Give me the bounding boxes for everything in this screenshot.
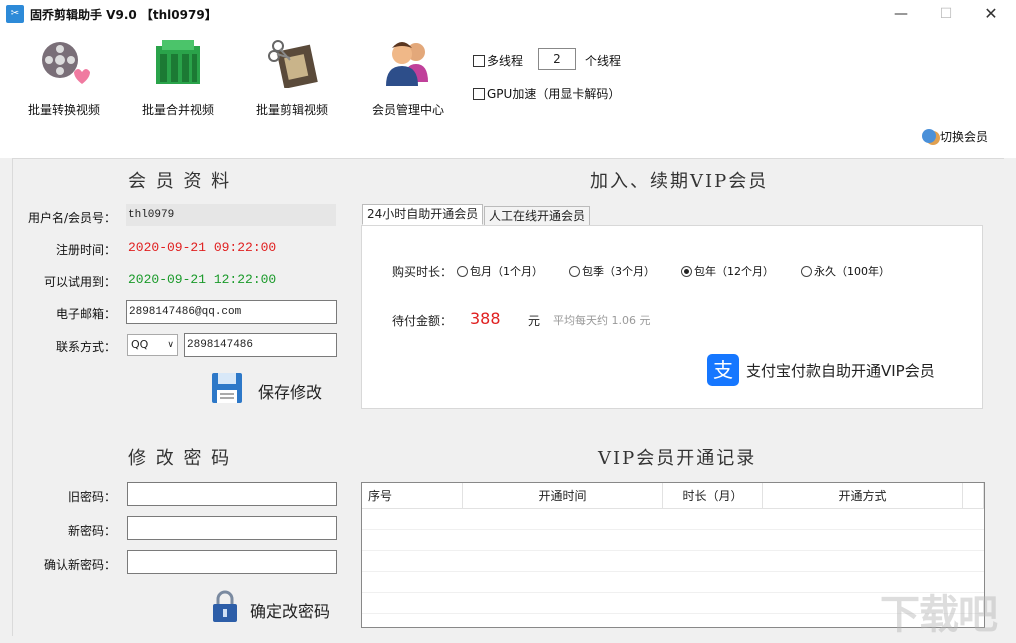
film-scissors-icon (268, 40, 318, 89)
email-label: 电子邮箱： (55, 307, 116, 321)
gpu-checkbox[interactable]: GPU加速（用显卡解码） (473, 85, 620, 102)
alipay-label: 支付宝付款自助开通VIP会员 (746, 362, 935, 380)
confirm-password-label: 确认新密码： (43, 558, 116, 572)
floppy-disk-icon (212, 373, 242, 403)
column-header-duration[interactable]: 时长（月） (663, 483, 763, 509)
table-row (362, 531, 984, 551)
users-icon (386, 42, 428, 86)
daily-average-note: 平均每天约 1.06 元 (553, 314, 651, 327)
email-field[interactable]: 2898147486@qq.com (126, 300, 337, 324)
switch-user-icon (922, 129, 936, 143)
option-lifetime-label: 永久（100年） (814, 265, 890, 278)
contact-type-select[interactable]: QQ ∨ (127, 334, 178, 356)
option-quarterly[interactable]: 包季（3个月） (569, 263, 655, 279)
switch-member-label: 切换会员 (940, 130, 989, 144)
tab-self-service[interactable]: 24小时自助开通会员 (362, 204, 484, 225)
merge-bars-icon (156, 40, 200, 84)
username-label: 用户名/会员号： (27, 211, 116, 225)
contact-type-value: QQ (131, 338, 149, 351)
register-time-label: 注册时间： (55, 243, 116, 257)
duration-label: 购买时长： (392, 265, 453, 279)
vip-title: 加入、续期VIP会员 (590, 171, 769, 192)
close-button[interactable]: ✕ (968, 0, 1014, 28)
toolbar: 批量转换视频 批量合并视频 批量剪辑视频 会员管理中心 多线程 2 个线程 GP… (0, 28, 1016, 158)
table-row (362, 552, 984, 572)
batch-edit-button[interactable]: 批量剪辑视频 (242, 36, 342, 118)
column-header-method[interactable]: 开通方式 (763, 483, 963, 509)
watermark-logo: 下载吧 (880, 592, 998, 638)
switch-member-button[interactable]: 切换会员 (922, 128, 988, 145)
member-info-title: 会 员 资 料 (128, 171, 232, 192)
batch-convert-label: 批量转换视频 (27, 103, 100, 117)
contact-value-field[interactable]: 2898147486 (184, 333, 337, 357)
column-header-index[interactable]: 序号 (362, 483, 463, 509)
old-password-field[interactable] (127, 482, 337, 506)
member-center-label: 会员管理中心 (371, 103, 444, 117)
old-password-label: 旧密码： (67, 490, 116, 504)
batch-edit-label: 批量剪辑视频 (255, 103, 328, 117)
column-header-filler (963, 483, 984, 509)
radio-dot[interactable] (801, 266, 812, 277)
contact-label: 联系方式： (55, 340, 116, 354)
password-title: 修 改 密 码 (128, 448, 232, 469)
batch-merge-button[interactable]: 批量合并视频 (128, 36, 228, 118)
app-logo-icon: ✂ (6, 5, 24, 23)
option-quarterly-label: 包季（3个月） (582, 265, 655, 278)
title-bar: ✂ 固乔剪辑助手 V9.0 【thl0979】 — ☐ ✕ (0, 0, 1016, 28)
maximize-button[interactable]: ☐ (923, 0, 969, 28)
change-password-button[interactable]: 确定改密码 (208, 590, 338, 624)
checkbox-box[interactable] (473, 88, 485, 100)
new-password-field[interactable] (127, 516, 337, 540)
member-center-button[interactable]: 会员管理中心 (358, 36, 458, 118)
radio-dot[interactable] (569, 266, 580, 277)
film-reel-icon (42, 42, 90, 84)
minimize-button[interactable]: — (878, 0, 924, 28)
records-title: VIP会员开通记录 (598, 448, 757, 469)
option-lifetime[interactable]: 永久（100年） (801, 263, 890, 279)
column-header-open-time[interactable]: 开通时间 (463, 483, 663, 509)
batch-convert-button[interactable]: 批量转换视频 (14, 36, 114, 118)
register-time-value: 2020-09-21 09:22:00 (128, 240, 277, 255)
trial-until-label: 可以试用到： (43, 275, 116, 289)
option-monthly-label: 包月（1个月） (470, 265, 543, 278)
tab-manual-service[interactable]: 人工在线开通会员 (484, 206, 591, 226)
option-yearly-label: 包年（12个月） (694, 265, 774, 278)
lock-icon (213, 590, 237, 622)
save-label: 保存修改 (258, 383, 323, 402)
username-value: thl0979 (126, 204, 336, 226)
currency-label: 元 (528, 314, 541, 328)
thread-unit-label: 个线程 (585, 54, 622, 68)
save-button[interactable]: 保存修改 (210, 371, 336, 405)
change-password-label: 确定改密码 (250, 602, 331, 621)
confirm-password-field[interactable] (127, 550, 337, 574)
amount-value: 388 (470, 309, 501, 328)
window-title: 固乔剪辑助手 V9.0 【thl0979】 (30, 8, 217, 22)
thread-count-input[interactable]: 2 (538, 48, 576, 70)
batch-merge-label: 批量合并视频 (141, 103, 214, 117)
alipay-icon: 支 (707, 354, 739, 386)
gpu-label: GPU加速（用显卡解码） (487, 87, 621, 101)
new-password-label: 新密码： (67, 524, 116, 538)
trial-until-value: 2020-09-21 12:22:00 (128, 272, 277, 287)
alipay-button[interactable]: 支 支付宝付款自助开通VIP会员 (707, 354, 952, 386)
option-monthly[interactable]: 包月（1个月） (457, 263, 543, 279)
table-row (362, 510, 984, 530)
radio-dot[interactable] (457, 266, 468, 277)
multithread-label: 多线程 (487, 54, 524, 68)
multithread-checkbox[interactable]: 多线程 (473, 52, 523, 69)
amount-label: 待付金额： (392, 314, 453, 328)
radio-dot-selected[interactable] (681, 266, 692, 277)
checkbox-box[interactable] (473, 55, 485, 67)
option-yearly[interactable]: 包年（12个月） (681, 263, 774, 279)
chevron-down-icon: ∨ (167, 340, 174, 350)
svg-text:支: 支 (713, 358, 733, 382)
